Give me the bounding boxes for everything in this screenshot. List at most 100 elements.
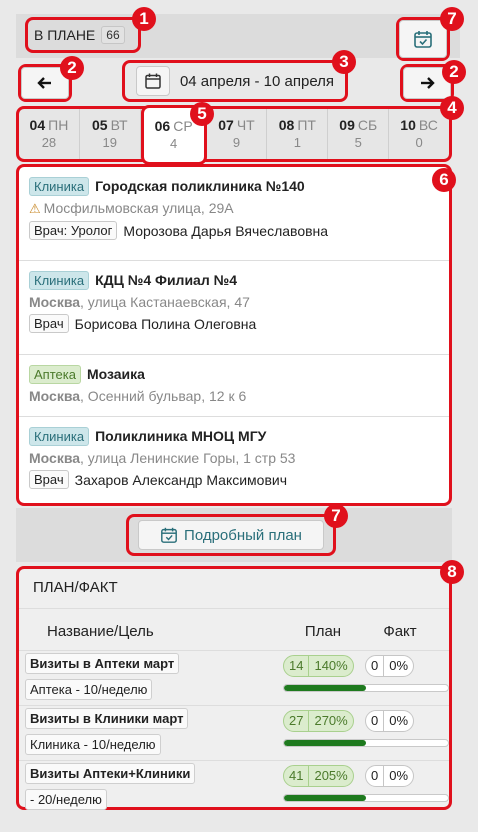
plan-fact-row: Визиты в Клиники март Клиника - 10/недел… (19, 705, 449, 760)
day-count: 9 (232, 135, 241, 150)
plan-fact-row: Визиты Аптеки+Клиники - 20/неделю 41 205%… (19, 760, 449, 815)
plan-value: 41 (284, 766, 310, 786)
visit-address: , Осенний бульвар, 12 к 6 (80, 388, 247, 404)
day-tab-mon[interactable]: 04 ПН 28 (19, 109, 80, 159)
type-tag: Клиника (29, 427, 90, 446)
goal-target: Аптека - 10/неделю (25, 679, 153, 700)
day-name: ПТ (297, 117, 316, 133)
fact-pill: 0 0% (365, 655, 415, 677)
list-item[interactable]: Аптека Мозаика Москва, Осенний бульвар, 1… (19, 355, 449, 417)
visit-title: КДЦ №4 Филиал №4 (95, 272, 238, 288)
detail-plan-button-frame: Подробный план (126, 514, 336, 556)
plan-fact-row: Визиты в Аптеки март Аптека - 10/неделю … (19, 650, 449, 705)
visit-title: Мозаика (86, 366, 145, 382)
warning-icon: ⚠ (29, 201, 41, 216)
doctor-name: Морозова Дарья Вячеславовна (123, 222, 329, 239)
plan-value: 27 (284, 711, 310, 731)
visit-city: Москва (29, 388, 81, 404)
day-count: 19 (102, 135, 118, 150)
week-days-tabs: 04 ПН 28 05 ВТ 19 06 СР 4 07 ЧТ 9 08 ПТ 1 09 С… (16, 105, 452, 165)
day-tab-sat[interactable]: 09 СБ 5 (328, 109, 390, 159)
doctor-label: Врач (29, 314, 69, 333)
col-fact: Факт (383, 623, 417, 640)
plan-percent: 140% (314, 658, 348, 673)
day-number: 09 (339, 117, 355, 133)
list-item[interactable]: Клиника Поликлиника МНОЦ МГУ Москва, улиц… (19, 417, 449, 503)
day-tab-tue[interactable]: 05 ВТ 19 (80, 109, 141, 159)
marker-6: 6 (432, 168, 456, 192)
detail-plan-label: Подробный план (184, 526, 302, 544)
in-plan-badge[interactable]: В ПЛАНЕ 66 (25, 17, 141, 53)
progress-bar (283, 684, 449, 692)
plan-fact-rows: Визиты в Аптеки март Аптека - 10/неделю … (19, 650, 449, 815)
day-tab-sun[interactable]: 10 ВС 0 (389, 109, 449, 159)
day-tab-thu[interactable]: 07 ЧТ 9 (207, 109, 268, 159)
calendar-check-icon (399, 20, 447, 58)
goal-name: Визиты в Аптеки март (25, 653, 180, 674)
marker-7-top: 7 (440, 7, 464, 31)
marker-8: 8 (440, 560, 464, 584)
day-count: 5 (354, 135, 362, 150)
day-count: 4 (170, 136, 178, 151)
fact-value: 0 (366, 766, 385, 786)
col-plan: План (304, 623, 342, 640)
day-name: ЧТ (236, 117, 255, 133)
plan-fact-title: ПЛАН/ФАКТ (19, 569, 449, 609)
progress-fill (284, 685, 366, 691)
goal-target: - 20/неделю (25, 789, 107, 810)
visit-address: , улица Кастанаевская, 47 (80, 294, 250, 310)
plan-percent: 205% (314, 768, 348, 783)
plan-percent: 270% (314, 713, 348, 728)
doctor-name: Захаров Александр Максимович (74, 471, 288, 488)
marker-5: 5 (190, 102, 214, 126)
day-number: 10 (400, 117, 416, 133)
list-item[interactable]: Клиника Городская поликлиника №140 ⚠ Мосфи… (19, 167, 449, 261)
day-name: ПН (48, 117, 69, 133)
date-range-selector[interactable]: 04 апреля - 10 апреля (122, 60, 348, 102)
day-number: 08 (278, 117, 295, 133)
plan-fact-columns: Название/Цель План Факт (19, 609, 449, 650)
doctor-label: Врач: Уролог (29, 221, 118, 240)
day-number: 07 (218, 117, 234, 133)
progress-bar (283, 739, 449, 747)
marker-2-left: 2 (60, 56, 84, 80)
marker-2-right: 2 (442, 60, 466, 84)
visit-address: , улица Ленинские Горы, 1 стр 53 (80, 450, 296, 466)
day-number: 05 (92, 117, 108, 133)
plan-pill: 27 270% (283, 710, 354, 732)
visit-title: Городская поликлиника №140 (95, 178, 305, 194)
list-item[interactable]: Клиника КДЦ №4 Филиал №4 Москва, улица Ка… (19, 261, 449, 355)
calendar-icon[interactable] (135, 66, 170, 96)
progress-bar (283, 794, 449, 802)
doctor-label: Врач (29, 470, 69, 489)
col-name: Название/Цель (47, 623, 154, 640)
visit-title: Поликлиника МНОЦ МГУ (95, 428, 267, 444)
plan-value: 14 (284, 656, 310, 676)
detail-plan-button[interactable]: Подробный план (138, 520, 324, 550)
day-count: 28 (41, 135, 57, 150)
calendar-check-icon (161, 527, 177, 543)
plan-pill: 14 140% (283, 655, 354, 677)
plan-fact-panel: ПЛАН/ФАКТ Название/Цель План Факт Визиты… (16, 566, 452, 810)
type-tag: Клиника (29, 177, 90, 196)
marker-1: 1 (132, 7, 156, 31)
fact-value: 0 (366, 711, 385, 731)
doctor-name: Борисова Полина Олеговна (74, 315, 257, 332)
goal-name: Визиты в Клиники март (25, 708, 189, 729)
fact-percent: 0% (389, 713, 409, 728)
progress-fill (284, 740, 366, 746)
visit-city: Москва (29, 450, 81, 466)
fact-percent: 0% (389, 658, 409, 673)
marker-7-bottom: 7 (324, 504, 348, 528)
marker-3: 3 (332, 50, 356, 74)
day-name: СБ (357, 117, 378, 133)
type-tag: Клиника (29, 271, 90, 290)
goal-target: Клиника - 10/неделю (25, 734, 161, 755)
day-count: 1 (293, 135, 301, 150)
day-tab-fri[interactable]: 08 ПТ 1 (267, 109, 329, 159)
day-name: ВТ (110, 117, 128, 133)
goal-name: Визиты Аптеки+Клиники (25, 763, 196, 784)
day-count: 0 (415, 135, 423, 150)
fact-pill: 0 0% (365, 765, 415, 787)
fact-pill: 0 0% (365, 710, 415, 732)
